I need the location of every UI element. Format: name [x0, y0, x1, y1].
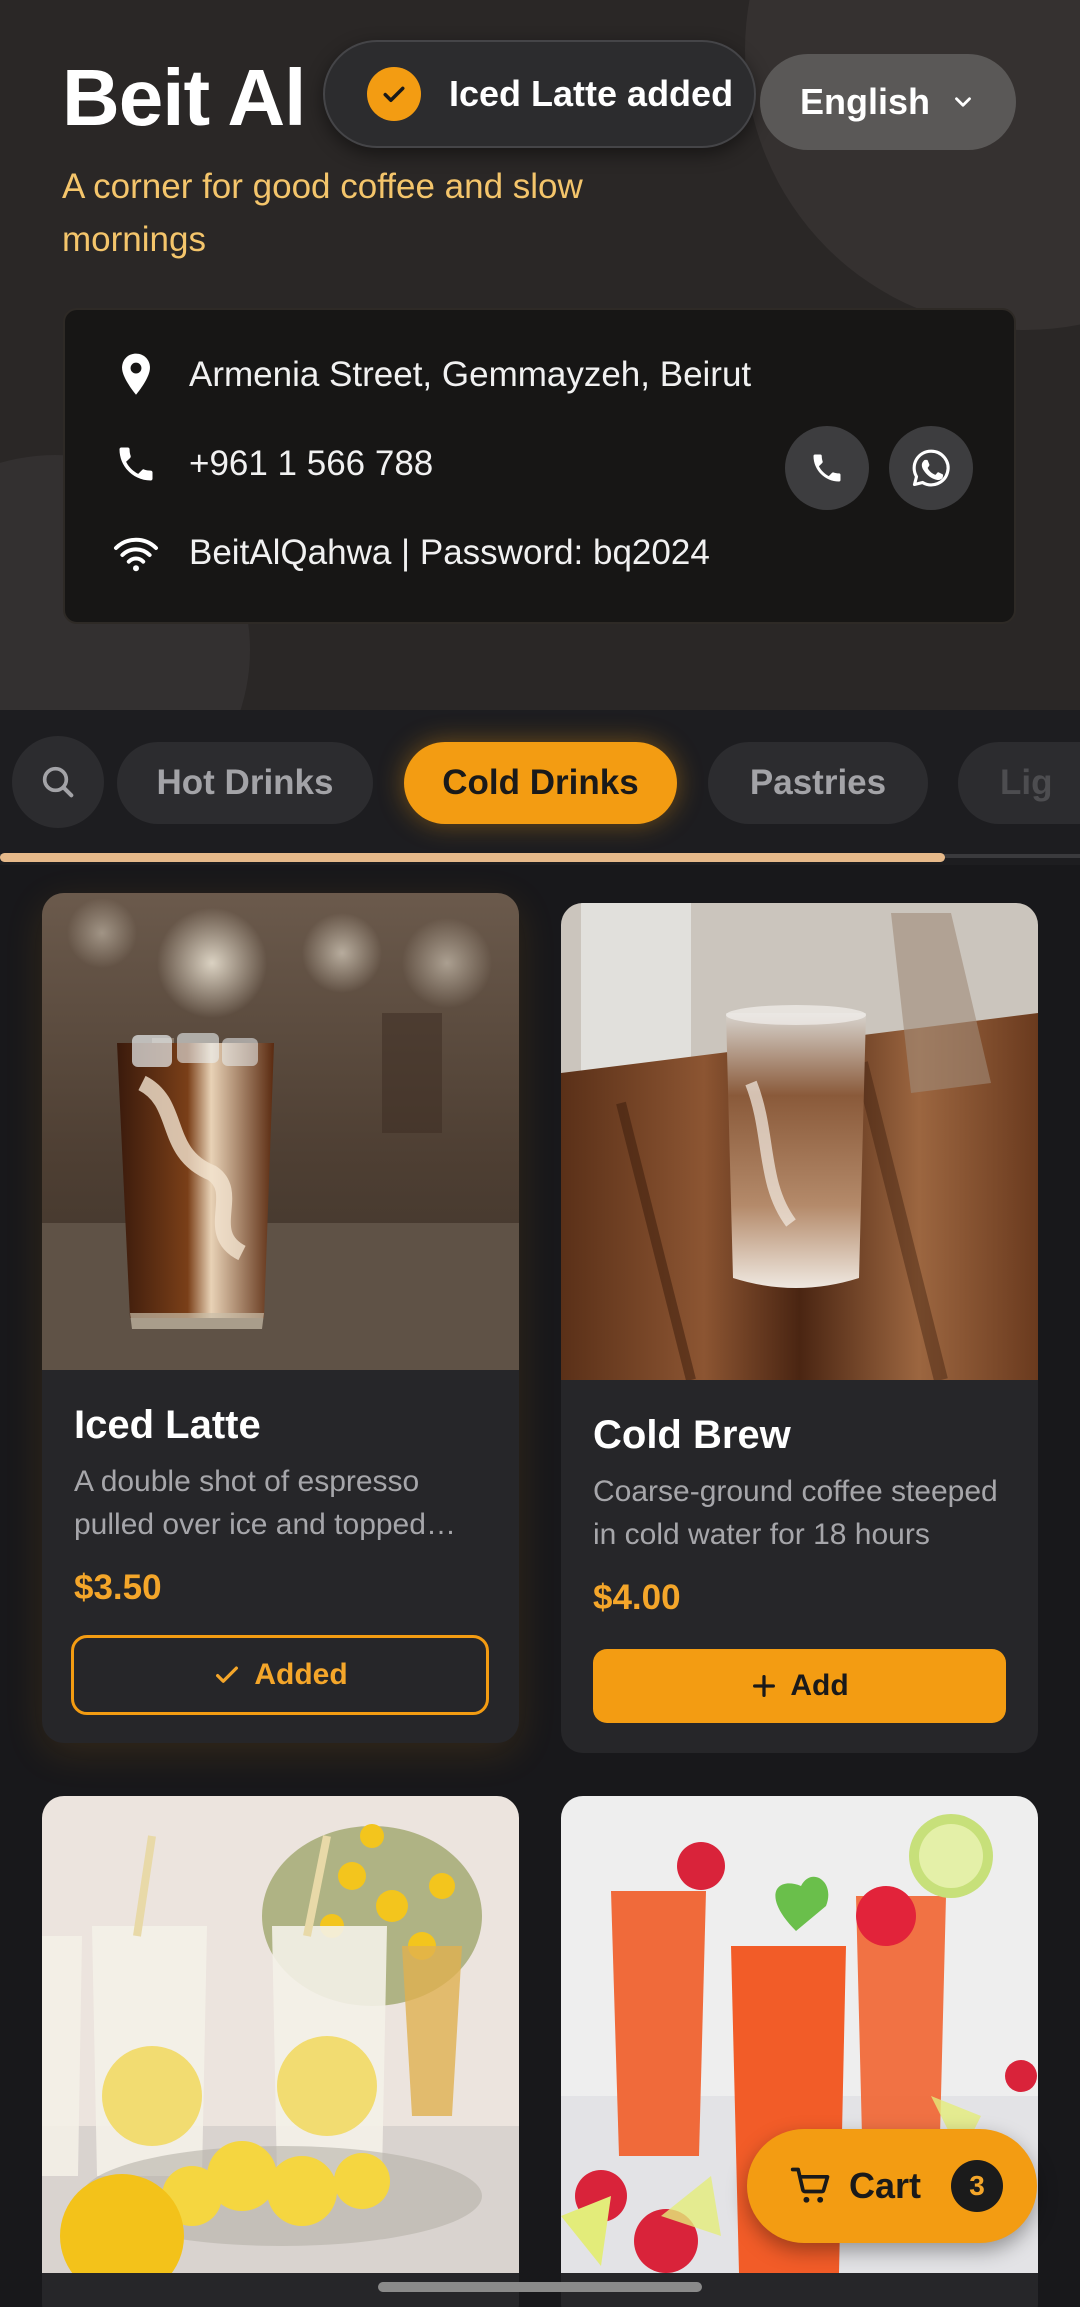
product-description: A double shot of espresso pulled over ic… [74, 1465, 426, 1541]
add-button-label: Add [790, 1669, 849, 1702]
language-selector[interactable]: English [760, 54, 1016, 150]
tab-hot-drinks[interactable]: Hot Drinks [117, 742, 373, 824]
chevron-down-icon [950, 89, 976, 115]
iced-latte-photo [42, 893, 519, 1370]
tagline: A corner for good coffee and slow mornin… [62, 167, 583, 259]
category-bar: Hot Drinks Cold Drinks Pastries Lig [0, 710, 1080, 865]
cart-count-badge: 3 [951, 2160, 1004, 2212]
info-card: Armenia Street, Gemmayzeh, Beirut +961 1… [63, 308, 1016, 624]
phone-text: +961 1 566 788 [189, 444, 434, 483]
header: Beit Al A corner for good coffee and slo… [0, 0, 1080, 710]
location-pin-icon [111, 350, 161, 400]
product-card-lemonade [42, 1796, 519, 2307]
call-button[interactable] [785, 426, 869, 510]
cart-button[interactable]: Cart 3 [747, 2129, 1037, 2243]
whatsapp-icon [912, 449, 950, 487]
product-name: Iced Latte [74, 1403, 261, 1447]
tab-light-bites[interactable]: Lig [958, 742, 1080, 824]
tab-pastries[interactable]: Pastries [708, 742, 928, 824]
phone-row: +961 1 566 788 [111, 439, 433, 489]
check-icon [367, 67, 421, 121]
search-button[interactable] [12, 736, 104, 828]
wifi-text: BeitAlQahwa | Password: bq2024 [189, 533, 710, 572]
added-button[interactable]: Added [71, 1635, 489, 1715]
add-button[interactable]: Add [593, 1649, 1006, 1723]
phone-icon [813, 454, 841, 482]
added-toast: Iced Latte added [323, 40, 756, 148]
whatsapp-button[interactable] [889, 426, 973, 510]
product-description: Coarse-ground coffee steeped in cold wat… [593, 1475, 998, 1551]
product-card-cold-brew: Cold Brew Coarse-ground coffee steeped i… [561, 903, 1038, 1753]
decorative-circle [745, 0, 1080, 330]
lemonade-photo [42, 1796, 519, 2273]
plus-icon [750, 1672, 778, 1700]
search-icon [42, 766, 74, 798]
language-label: English [799, 81, 930, 122]
added-button-label: Added [254, 1658, 348, 1691]
address-text: Armenia Street, Gemmayzeh, Beirut [189, 355, 752, 394]
cart-icon [789, 2164, 833, 2208]
product-card-iced-latte: Iced Latte A double shot of espresso pul… [42, 893, 519, 1743]
wifi-icon [111, 528, 161, 578]
cold-brew-photo [561, 903, 1038, 1380]
home-indicator[interactable] [378, 2282, 702, 2292]
check-icon [212, 1660, 242, 1690]
wifi-row: BeitAlQahwa | Password: bq2024 [111, 528, 710, 578]
product-price: $4.00 [593, 1578, 681, 1617]
cart-label: Cart [849, 2165, 922, 2206]
toast-text: Iced Latte added [449, 73, 734, 114]
address-row: Armenia Street, Gemmayzeh, Beirut [111, 350, 751, 400]
tab-cold-drinks[interactable]: Cold Drinks [404, 742, 677, 824]
scrollbar-thumb[interactable] [0, 853, 945, 862]
product-name: Cold Brew [593, 1413, 791, 1457]
page-title: Beit Al [62, 53, 306, 142]
phone-icon [111, 439, 161, 489]
product-price: $3.50 [74, 1568, 162, 1607]
